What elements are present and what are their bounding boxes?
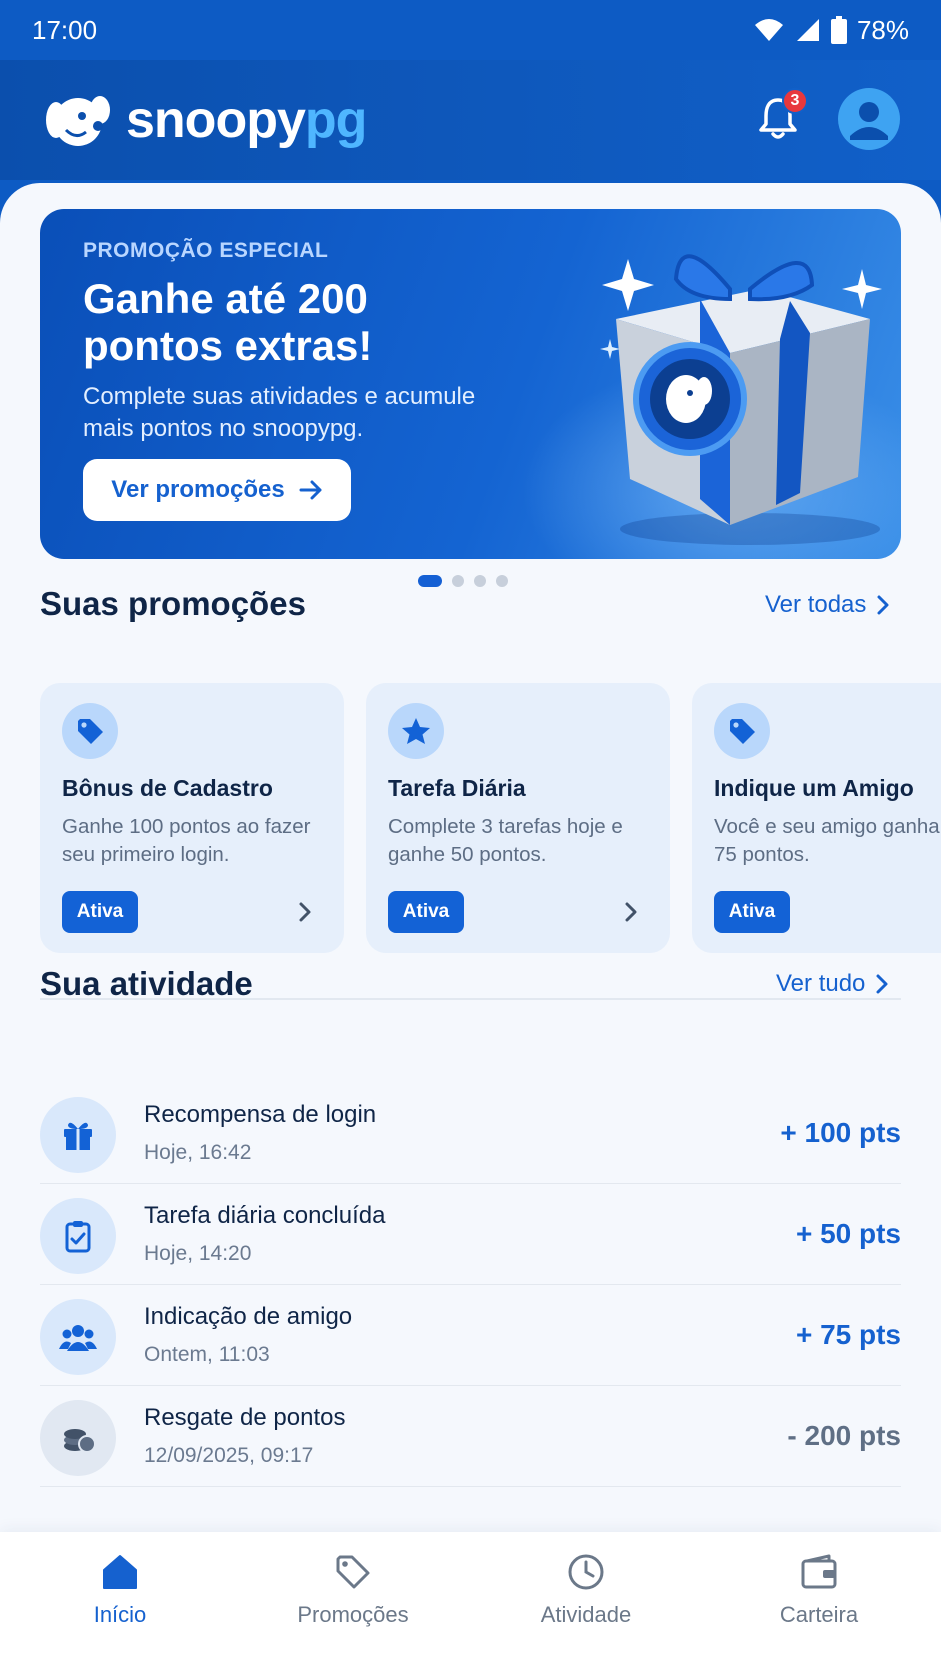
promo-banner[interactable]: PROMOÇÃO ESPECIAL Ganhe até 200 pontos e…: [40, 209, 901, 559]
activity-section-title: Sua atividade: [40, 965, 253, 1002]
activity-icon: [40, 1299, 116, 1375]
activity-list: Recompensa de login Hoje, 16:42 + 100 pt…: [40, 1083, 901, 1487]
activity-title: Recompensa de login: [144, 1101, 377, 1128]
notifications-button[interactable]: 3: [750, 88, 808, 146]
nav-item-wallet[interactable]: Carteira: [719, 1552, 919, 1628]
clock-icon: [568, 1554, 604, 1590]
app-logo[interactable]: snoopypg: [40, 90, 368, 150]
dog-logo-icon: [46, 96, 110, 146]
promotion-icon: [62, 703, 118, 759]
activity-row[interactable]: Recompensa de login Hoje, 16:42 + 100 pt…: [40, 1083, 901, 1184]
gift-icon: [64, 1122, 92, 1150]
clipboard-check-icon: [65, 1221, 91, 1253]
activity-title: Tarefa diária concluída: [144, 1202, 386, 1229]
promotion-description: Ganhe 100 pontos ao fazer seu primeiro l…: [62, 815, 311, 866]
promotion-title: Tarefa Diária: [388, 775, 526, 801]
wifi-icon: [754, 19, 783, 41]
logo-accent: pg: [304, 91, 368, 149]
promotion-title: Bônus de Cadastro: [62, 775, 273, 801]
battery-level: 78%: [856, 14, 909, 45]
promotion-card-daily-task[interactable]: Tarefa Diária Complete 3 tarefas hoje e …: [366, 683, 670, 953]
activity-title: Resgate de pontos: [144, 1404, 346, 1431]
banner-title: Ganhe até 200 pontos extras!: [83, 275, 373, 369]
activity-date: Hoje, 14:20: [144, 1242, 252, 1265]
promotion-title: Indique um Amigo: [714, 775, 914, 801]
coins-icon: [64, 1429, 96, 1453]
see-all-promotions-label: Ver todas: [765, 591, 867, 618]
activity-points: - 200 pts: [787, 1420, 901, 1451]
nav-label: Carteira: [779, 1602, 859, 1627]
promotion-description: Complete 3 tarefas hoje e ganhe 50 ponto…: [388, 815, 623, 866]
see-all-activity-label: Ver tudo: [776, 970, 866, 997]
gift-box-illustration: [600, 254, 882, 545]
carousel-dot[interactable]: [474, 575, 486, 587]
main-content: PROMOÇÃO ESPECIAL Ganhe até 200 pontos e…: [0, 183, 941, 1533]
bottom-navigation: Início Promoções Atividade Carteira: [0, 1532, 941, 1672]
user-icon: [850, 102, 888, 140]
battery-icon: [830, 16, 847, 44]
status-bar: 17:00 78%: [0, 0, 941, 60]
app-header: snoopypg 3: [0, 60, 941, 180]
status-badge: Ativa: [62, 891, 138, 933]
tag-icon: [336, 1555, 370, 1589]
activity-date: Hoje, 16:42: [144, 1141, 252, 1164]
carousel-dot[interactable]: [452, 575, 464, 587]
promotion-icon: [714, 703, 770, 759]
view-promotions-button[interactable]: Ver promoções: [83, 459, 351, 521]
promotion-card-refer-friend[interactable]: Indique um Amigo Você e seu amigo ganham…: [692, 683, 941, 953]
activity-title: Indicação de amigo: [144, 1303, 353, 1330]
activity-row[interactable]: Resgate de pontos 12/09/2025, 09:17 - 20…: [40, 1386, 901, 1487]
activity-row[interactable]: Tarefa diária concluída Hoje, 14:20 + 50…: [40, 1184, 901, 1285]
promotions-section-title: Suas promoções: [40, 585, 306, 622]
home-icon: [103, 1555, 137, 1589]
signal-icon: [796, 19, 819, 41]
activity-date: 12/09/2025, 09:17: [144, 1444, 314, 1467]
carousel-dot[interactable]: [418, 575, 442, 587]
promotion-card-signup-bonus[interactable]: Bônus de Cadastro Ganhe 100 pontos ao fa…: [40, 683, 344, 953]
see-all-promotions-link[interactable]: Ver todas: [765, 591, 890, 619]
banner-subtitle: Complete suas atividades e acumule mais …: [83, 383, 476, 442]
activity-points: + 100 pts: [780, 1117, 901, 1148]
activity-icon: [40, 1097, 116, 1173]
notification-badge: 3: [782, 88, 808, 114]
star-icon: [402, 718, 430, 744]
nav-item-activity[interactable]: Atividade: [486, 1552, 686, 1628]
chevron-right-icon: [877, 595, 889, 615]
tag-icon: [78, 719, 103, 744]
activity-date: Ontem, 11:03: [144, 1343, 270, 1366]
nav-label: Promoções: [297, 1602, 409, 1627]
wallet-icon: [801, 1554, 837, 1589]
chevron-right-icon: [299, 902, 311, 922]
activity-points: + 75 pts: [795, 1319, 901, 1350]
activity-points: + 50 pts: [795, 1218, 901, 1249]
tag-icon: [730, 719, 755, 744]
nav-item-home[interactable]: Início: [20, 1552, 220, 1628]
carousel-indicator[interactable]: [418, 575, 508, 587]
activity-icon: [40, 1198, 116, 1274]
promotion-description: Você e seu amigo ganham 75 pontos.: [714, 815, 941, 866]
status-time: 17:00: [32, 14, 98, 45]
activity-row[interactable]: Indicação de amigo Ontem, 11:03 + 75 pts: [40, 1285, 901, 1386]
view-promotions-label: Ver promoções: [111, 476, 285, 503]
activity-icon: [40, 1400, 116, 1476]
promotion-icon: [388, 703, 444, 759]
logo-wordmark: snoopypg: [126, 90, 368, 150]
nav-item-promotions[interactable]: Promoções: [253, 1552, 453, 1628]
users-icon: [59, 1325, 97, 1351]
chevron-right-icon: [876, 974, 888, 994]
banner-kicker: PROMOÇÃO ESPECIAL: [83, 239, 329, 262]
nav-label: Início: [93, 1602, 147, 1627]
chevron-right-icon: [625, 902, 637, 922]
logo-main: snoopy: [126, 91, 306, 149]
profile-avatar[interactable]: [838, 88, 900, 150]
carousel-dot[interactable]: [496, 575, 508, 587]
status-badge: Ativa: [388, 891, 464, 933]
arrow-right-icon: [299, 480, 322, 500]
status-badge: Ativa: [714, 891, 790, 933]
nav-label: Atividade: [540, 1602, 632, 1627]
promotions-carousel[interactable]: Bônus de Cadastro Ganhe 100 pontos ao fa…: [40, 683, 941, 955]
see-all-activity-link[interactable]: Ver tudo: [776, 970, 889, 998]
